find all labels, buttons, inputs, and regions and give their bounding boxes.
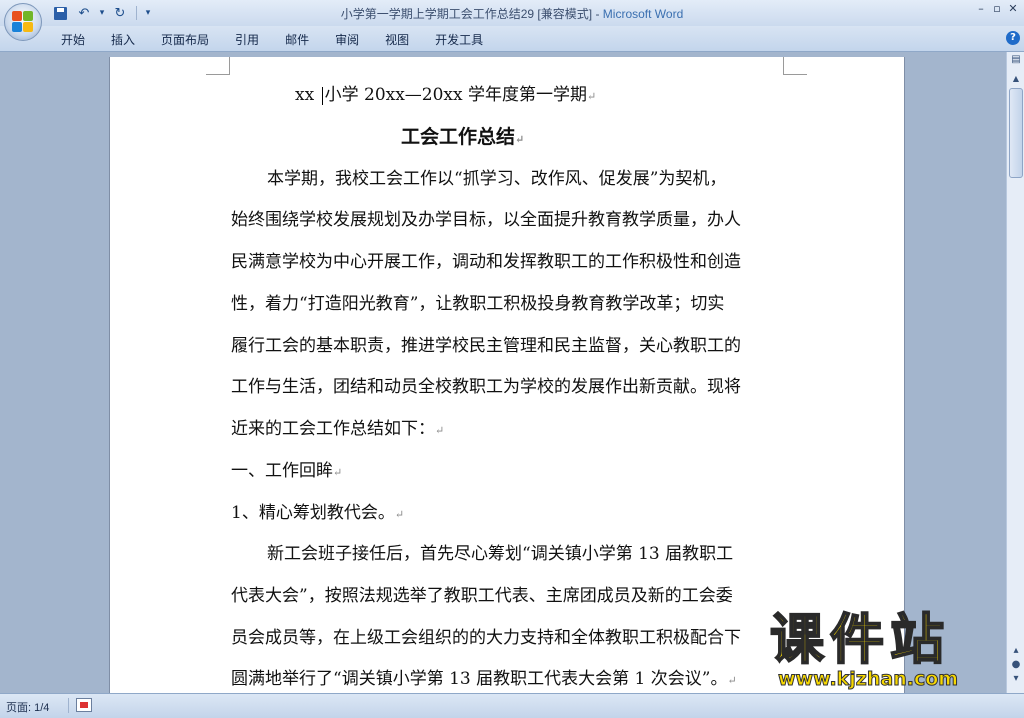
doc-line: 履行工会的基本职责，推进学校民主管理和民主监督，关心教职工的: [231, 336, 741, 356]
margin-corner-top-left: [206, 57, 230, 75]
paragraph-mark: ↵: [587, 90, 597, 103]
doc-line: 性，着力“打造阳光教育”，让教职工积极投身教育教学改革；切实: [231, 294, 725, 314]
title-bar: ↶ ▾ ↻ ▾ 小学第一学期上学期工会工作总结29 [兼容模式] - Micro…: [0, 0, 1024, 26]
watermark: 课件站 www.kjzhan.com: [769, 608, 1020, 692]
doc-title: 工会工作总结↵: [401, 126, 525, 148]
app-name: Microsoft Word: [602, 7, 684, 21]
doc-line: 本学期，我校工会工作以“抓学习、改作风、促发展”为契机，: [267, 169, 727, 189]
doc-line: xx 小学 20xx—20xx 学年度第一学期↵: [295, 85, 597, 105]
window-title: 小学第一学期上学期工会工作总结29 [兼容模式] - Microsoft Wor…: [0, 5, 1024, 22]
page-count[interactable]: 页面: 1/4: [6, 699, 49, 715]
maximize-button[interactable]: ▫: [990, 2, 1004, 16]
scroll-up-button[interactable]: ▲: [1009, 72, 1023, 86]
watermark-logo-text: 课件站: [769, 608, 950, 671]
proofing-icon[interactable]: [76, 698, 92, 712]
window-controls: – ▫ ✕: [974, 2, 1020, 16]
doc-line: 1、精心筹划教代会。↵: [231, 503, 405, 523]
ribbon-tabs: 开始 插入 页面布局 引用 邮件 审阅 视图 开发工具: [48, 29, 496, 50]
ribbon: 开始 插入 页面布局 引用 邮件 审阅 视图 开发工具 ?: [0, 26, 1024, 52]
doc-line: 员会成员等，在上级工会组织的的大力支持和全体教职工积极配合下: [231, 628, 741, 648]
tab-mailings[interactable]: 邮件: [272, 29, 322, 50]
view-ruler-button[interactable]: ▤: [1009, 54, 1023, 68]
office-logo-icon: [12, 11, 34, 33]
tab-references[interactable]: 引用: [222, 29, 272, 50]
doc-line: 工作与生活，团结和动员全校教职工为学校的发展作出新贡献。现将: [231, 377, 741, 397]
doc-line: 近来的工会工作总结如下：↵: [231, 419, 445, 439]
watermark-url: www.kjzhan.com: [778, 668, 959, 691]
office-button[interactable]: [4, 3, 42, 41]
doc-line: 圆满地举行了“调关镇小学第 13 届教职工代表大会第 1 次会议”。↵: [231, 669, 737, 689]
doc-line: 民满意学校为中心开展工作，调动和发挥教职工的工作积极性和创造: [231, 252, 741, 272]
document-area: xx 小学 20xx—20xx 学年度第一学期↵ 工会工作总结↵ 本学期，我校工…: [0, 52, 1006, 693]
tab-developer[interactable]: 开发工具: [422, 29, 496, 50]
document-page[interactable]: xx 小学 20xx—20xx 学年度第一学期↵ 工会工作总结↵ 本学期，我校工…: [110, 57, 904, 693]
doc-heading: 一、工作回眸↵: [231, 461, 343, 481]
help-icon[interactable]: ?: [1006, 31, 1020, 45]
document-name: 小学第一学期上学期工会工作总结29 [兼容模式]: [340, 7, 593, 21]
tab-review[interactable]: 审阅: [322, 29, 372, 50]
status-bar: 页面: 1/4: [0, 693, 1024, 718]
tab-insert[interactable]: 插入: [98, 29, 148, 50]
doc-line: 始终围绕学校发展规划及办学目标，以全面提升教育教学质量，办人: [231, 210, 741, 230]
doc-line: 新工会班子接任后，首先尽心筹划“调关镇小学第 13 届教职工: [267, 544, 734, 564]
tab-page-layout[interactable]: 页面布局: [148, 29, 222, 50]
tab-home[interactable]: 开始: [48, 29, 98, 50]
vertical-scrollbar[interactable]: ▤ ▲ ▴ ● ▾: [1006, 52, 1024, 693]
close-button[interactable]: ✕: [1006, 2, 1020, 16]
text-cursor: [321, 86, 323, 105]
tab-view[interactable]: 视图: [372, 29, 422, 50]
doc-line: 代表大会”，按照法规选举了教职工代表、主席团成员及新的工会委: [231, 586, 733, 606]
title-separator: -: [592, 7, 603, 21]
minimize-button[interactable]: –: [974, 2, 988, 16]
margin-corner-top-right: [783, 57, 807, 75]
scroll-thumb[interactable]: [1009, 88, 1023, 178]
status-divider: [68, 698, 69, 713]
